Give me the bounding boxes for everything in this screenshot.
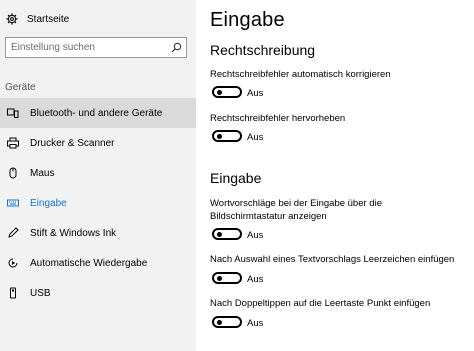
toggle-state: Aus bbox=[247, 230, 264, 241]
toggle-knob bbox=[217, 320, 222, 325]
sidebar-item-label: Eingabe bbox=[30, 197, 67, 209]
sidebar-item-bluetooth[interactable]: Bluetooth- und andere Geräte bbox=[0, 98, 196, 128]
toggle-state: Aus bbox=[247, 132, 264, 143]
sidebar-item-label: Bluetooth- und andere Geräte bbox=[30, 107, 163, 119]
sidebar-item-label: Drucker & Scanner bbox=[30, 137, 115, 149]
sidebar-nav: Bluetooth- und andere Geräte Drucker & S… bbox=[0, 98, 196, 308]
toggle-autocorrect[interactable] bbox=[212, 86, 242, 98]
printer-icon bbox=[6, 136, 20, 150]
toggle-knob bbox=[217, 276, 222, 281]
pen-icon bbox=[6, 226, 20, 240]
sidebar: Startseite Einstellung suchen Geräte Blu… bbox=[0, 0, 196, 351]
sidebar-item-label: USB bbox=[30, 287, 51, 299]
setting-label: Wortvorschläge bei der Eingabe über die … bbox=[210, 198, 382, 222]
group-label: Geräte bbox=[5, 82, 36, 93]
gear-icon bbox=[5, 12, 19, 26]
sidebar-item-mouse[interactable]: Maus bbox=[0, 158, 196, 188]
section-title-rechtschreibung: Rechtschreibung bbox=[210, 42, 316, 58]
toggle-knob bbox=[217, 134, 222, 139]
sidebar-item-pen[interactable]: Stift & Windows Ink bbox=[0, 218, 196, 248]
search-input[interactable]: Einstellung suchen bbox=[5, 37, 187, 58]
sidebar-item-usb[interactable]: USB bbox=[0, 278, 196, 308]
toggle-state: Aus bbox=[247, 318, 264, 329]
setting-label: Nach Auswahl eines Textvorschlags Leerze… bbox=[210, 254, 455, 265]
autoplay-icon bbox=[6, 256, 20, 270]
home-label: Startseite bbox=[27, 13, 70, 25]
toggle-knob bbox=[217, 90, 222, 95]
toggle-knob bbox=[217, 232, 222, 237]
sidebar-item-printers[interactable]: Drucker & Scanner bbox=[0, 128, 196, 158]
toggle-state: Aus bbox=[247, 88, 264, 99]
setting-label: Rechtschreibfehler hervorheben bbox=[210, 113, 346, 124]
toggle-state: Aus bbox=[247, 274, 264, 285]
toggle-double-tap-period[interactable] bbox=[212, 316, 242, 328]
sidebar-item-autoplay[interactable]: Automatische Wiedergabe bbox=[0, 248, 196, 278]
mouse-icon bbox=[6, 166, 20, 180]
section-title-eingabe: Eingabe bbox=[210, 170, 262, 186]
search-placeholder: Einstellung suchen bbox=[11, 42, 95, 53]
toggle-highlight-misspelled[interactable] bbox=[212, 130, 242, 142]
sidebar-item-label: Maus bbox=[30, 167, 55, 179]
page-title: Eingabe bbox=[210, 9, 285, 31]
sidebar-item-label: Automatische Wiedergabe bbox=[30, 257, 148, 269]
main-content: Eingabe Rechtschreibung Rechtschreibfehl… bbox=[210, 0, 474, 351]
setting-label: Rechtschreibfehler automatisch korrigier… bbox=[210, 69, 391, 80]
home-link[interactable]: Startseite bbox=[5, 10, 69, 28]
bluetooth-icon bbox=[6, 106, 20, 120]
setting-label: Nach Doppeltippen auf die Leertaste Punk… bbox=[210, 298, 431, 309]
keyboard-icon bbox=[6, 196, 20, 210]
sidebar-item-eingabe[interactable]: Eingabe bbox=[0, 188, 196, 218]
sidebar-item-label: Stift & Windows Ink bbox=[30, 227, 117, 239]
usb-icon bbox=[6, 286, 20, 300]
toggle-word-suggestions[interactable] bbox=[212, 228, 242, 240]
search-icon[interactable] bbox=[169, 41, 183, 55]
toggle-space-after-suggestion[interactable] bbox=[212, 272, 242, 284]
